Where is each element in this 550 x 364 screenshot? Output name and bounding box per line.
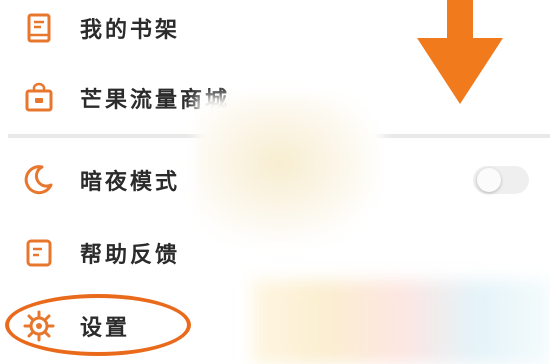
settings-highlight-ring [5, 294, 191, 356]
blurred-overlay [196, 96, 382, 246]
blurred-overlay [252, 280, 550, 364]
menu-item-label: 我的书架 [80, 18, 181, 43]
toggle-knob [477, 168, 501, 192]
menu-item-label: 暗夜模式 [80, 170, 181, 195]
moon-icon [24, 165, 53, 195]
dark-mode-toggle[interactable] [473, 166, 529, 194]
menu-item-label: 帮助反馈 [80, 243, 181, 268]
down-arrow-icon [417, 0, 503, 104]
shop-bag-icon [25, 82, 53, 112]
help-feedback-icon [26, 239, 52, 267]
bookshelf-icon [27, 13, 51, 43]
